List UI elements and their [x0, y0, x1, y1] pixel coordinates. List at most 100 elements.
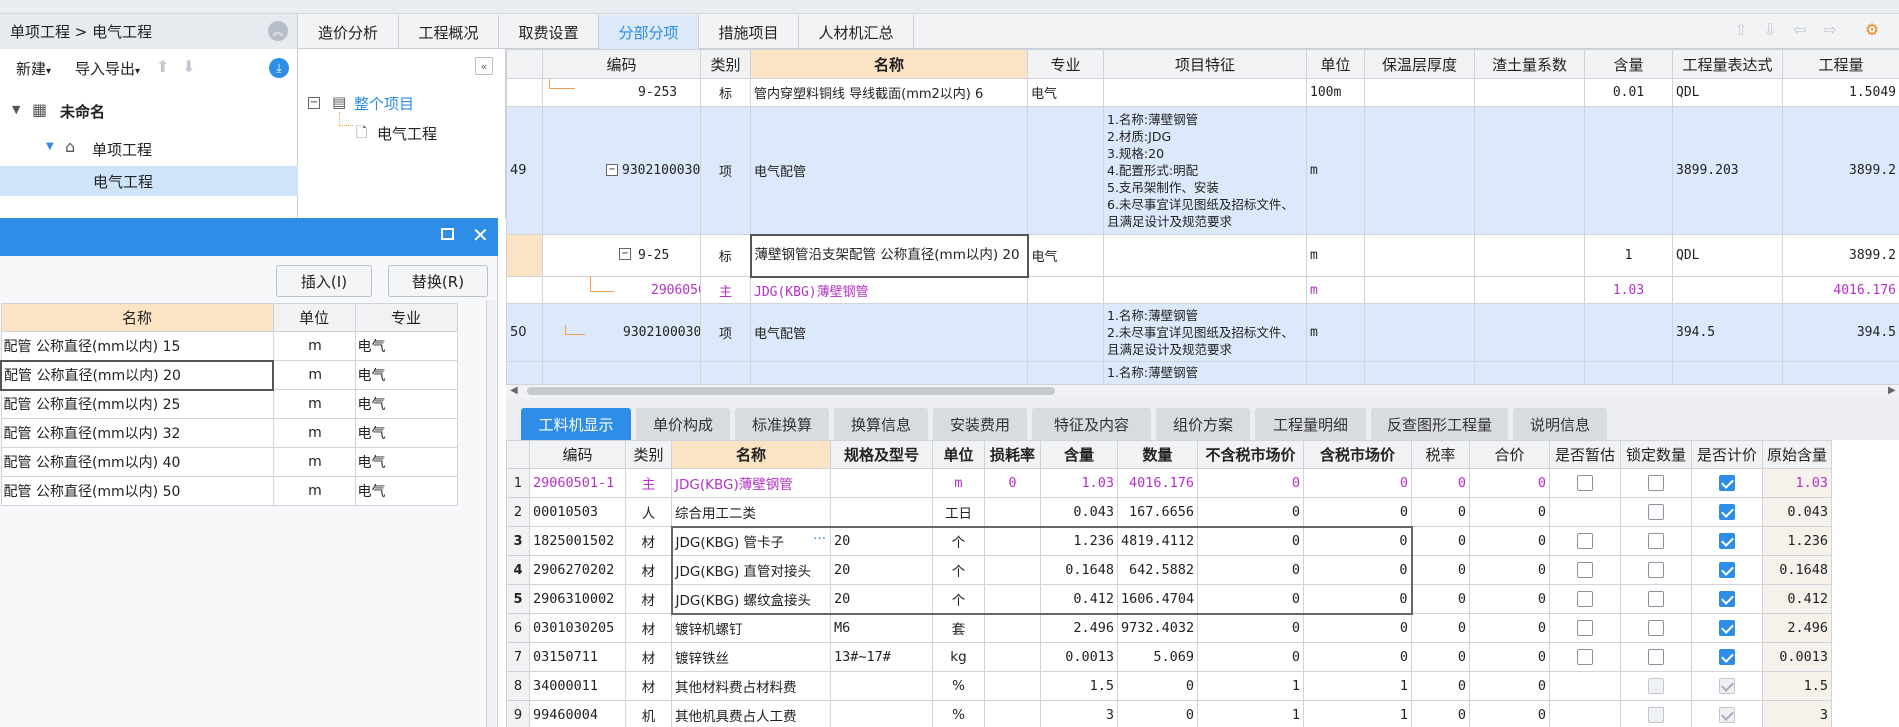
- row-name[interactable]: 其他材料费占材料费: [671, 671, 831, 701]
- checkbox[interactable]: [1577, 649, 1593, 665]
- tree-root-label[interactable]: 未命名: [60, 101, 105, 122]
- row-tax[interactable]: 0: [1411, 613, 1470, 643]
- row-price-inc-tax[interactable]: 1: [1303, 671, 1412, 701]
- checkbox[interactable]: [1577, 475, 1593, 491]
- row-name[interactable]: JDG(KBG) 直管对接头: [670, 555, 831, 585]
- settings-icon[interactable]: ⚙: [1862, 19, 1882, 39]
- tab-cost-analysis[interactable]: 造价分析: [298, 15, 399, 49]
- row-ratio[interactable]: 0.043: [1040, 497, 1118, 527]
- collapse-box-icon[interactable]: −: [619, 248, 631, 260]
- tree-electrical[interactable]: 电气工程: [377, 123, 437, 144]
- row-spec[interactable]: M6: [830, 613, 933, 643]
- arrow-right-icon[interactable]: ⇨: [1820, 19, 1840, 39]
- scroll-right-icon[interactable]: ▶: [1888, 385, 1896, 396]
- row-name[interactable]: JDG(KBG)薄壁钢管: [671, 468, 831, 498]
- row-name[interactable]: 电气配管: [750, 106, 1028, 235]
- table-row[interactable]: 配管 公称直径(mm以内) 40 m 电气: [0, 447, 458, 477]
- tab-measures[interactable]: 措施项目: [699, 15, 799, 49]
- row-ratio[interactable]: 1.03: [1040, 468, 1118, 498]
- row-qty[interactable]: 0: [1117, 700, 1198, 727]
- table-row[interactable]: 7 03150711 材 镀锌铁丝 13#~17# kg 0.0013 5.06…: [506, 642, 1832, 672]
- table-row[interactable]: 2 00010503 人 综合用工二类 工日 0.043 167.6656 0 …: [506, 497, 1832, 527]
- replace-button[interactable]: 替换(R): [388, 265, 488, 297]
- table-row[interactable]: 配管 公称直径(mm以内) 32 m 电气: [0, 418, 458, 448]
- row-qty[interactable]: 5.069: [1117, 642, 1198, 672]
- row-loss[interactable]: [984, 671, 1041, 701]
- table-row[interactable]: 配管 公称直径(mm以内) 50 m 电气: [0, 476, 458, 506]
- scroll-left-icon[interactable]: ◀: [510, 385, 518, 396]
- table-row[interactable]: 9-253 标 管内穿塑料铜线 导线截面(mm2以内) 6 电气 100m 0.…: [506, 78, 1899, 107]
- tree-leaf-label[interactable]: 电气工程: [93, 171, 153, 192]
- row-price-ex-tax[interactable]: 0: [1197, 555, 1304, 585]
- maximize-icon[interactable]: [441, 228, 454, 240]
- dialog-scrollbar[interactable]: [486, 300, 496, 727]
- tab-notes[interactable]: 说明信息: [1513, 408, 1607, 440]
- table-row-selected[interactable]: 配管 公称直径(mm以内) 20 m 电气: [0, 359, 458, 391]
- checkbox[interactable]: [1648, 562, 1664, 578]
- row-spec[interactable]: 13#~17#: [830, 642, 933, 672]
- table-row[interactable]: −9-25 标 薄壁钢管沿支架配管 公称直径(mm以内) 20 电气 m 1 Q…: [506, 233, 1899, 278]
- tab-project-overview[interactable]: 工程概况: [399, 15, 499, 49]
- row-price-ex-tax[interactable]: 0: [1197, 642, 1304, 672]
- row-name[interactable]: JDG(KBG) 螺纹盒接头: [670, 584, 831, 615]
- checkbox[interactable]: [1648, 649, 1664, 665]
- tab-quantity-detail[interactable]: 工程量明细: [1255, 408, 1366, 440]
- table-row[interactable]: 49 −930210003001 项 电气配管 1.名称:薄壁钢管 2.材质:J…: [506, 106, 1899, 235]
- row-ratio[interactable]: 0.1648: [1040, 555, 1118, 585]
- table-row[interactable]: 6 0301030205 材 镀锌机螺钉 M6 套 2.496 9732.403…: [506, 613, 1832, 643]
- checkbox[interactable]: [1648, 504, 1664, 520]
- collapse-box-icon[interactable]: −: [606, 164, 618, 176]
- collapse-up-icon[interactable]: ︽: [268, 21, 288, 41]
- row-ratio[interactable]: 2.496: [1040, 613, 1118, 643]
- row-qty[interactable]: 642.5882: [1117, 555, 1198, 585]
- row-qty[interactable]: 9732.4032: [1117, 613, 1198, 643]
- table-row[interactable]: 5 2906310002 材 JDG(KBG) 螺纹盒接头 20 个 0.412…: [506, 584, 1832, 615]
- table-row[interactable]: 3 1825001502 材 JDG(KBG) 管卡子 ··· 20 个 1.23…: [506, 525, 1832, 556]
- row-price-inc-tax[interactable]: 0: [1303, 584, 1413, 615]
- row-name[interactable]: 电气配管: [750, 303, 1028, 362]
- row-tax[interactable]: 0: [1411, 700, 1470, 727]
- checkbox[interactable]: [1577, 533, 1593, 549]
- checkbox[interactable]: [1648, 475, 1664, 491]
- row-ratio[interactable]: 1.5: [1040, 671, 1118, 701]
- tab-reverse-lookup[interactable]: 反查图形工程量: [1371, 408, 1508, 440]
- table-row[interactable]: 4 2906270202 材 JDG(KBG) 直管对接头 20 个 0.164…: [506, 555, 1832, 585]
- checkbox[interactable]: [1648, 533, 1664, 549]
- row-price-inc-tax[interactable]: 0: [1303, 555, 1413, 585]
- row-loss[interactable]: [984, 555, 1041, 585]
- table-row[interactable]: 8 34000011 材 其他材料费占材料费 % 1.5 0 1 1 0 0 1…: [506, 671, 1832, 701]
- scrollbar-thumb[interactable]: [527, 387, 1055, 395]
- row-tax[interactable]: 0: [1411, 584, 1470, 614]
- row-loss[interactable]: [984, 642, 1041, 672]
- tab-sub-items[interactable]: 分部分项: [599, 15, 699, 49]
- row-price-inc-tax[interactable]: 0: [1303, 525, 1413, 556]
- collapse-left-icon[interactable]: «: [475, 57, 493, 75]
- tab-standard-conversion[interactable]: 标准换算: [735, 408, 829, 440]
- tab-features[interactable]: 特征及内容: [1032, 408, 1151, 440]
- row-feature[interactable]: 1.名称:薄壁钢管 2.未尽事宜详见图纸及招标文件、且满足设计及规范要求: [1103, 303, 1307, 362]
- row-spec[interactable]: [830, 671, 933, 701]
- row-price-inc-tax[interactable]: 0: [1303, 468, 1412, 498]
- table-row[interactable]: 50 930210003002 项 电气配管 1.名称:薄壁钢管 2.未尽事宜详…: [506, 303, 1899, 362]
- arrow-left-icon[interactable]: ⇦: [1790, 19, 1810, 39]
- row-ratio[interactable]: 1.236: [1040, 525, 1118, 556]
- checkbox[interactable]: [1648, 620, 1664, 636]
- checkbox[interactable]: [1648, 591, 1664, 607]
- checkbox-checked[interactable]: [1719, 504, 1735, 520]
- row-loss[interactable]: [984, 525, 1041, 556]
- tab-unit-price[interactable]: 单价构成: [636, 408, 730, 440]
- checkbox[interactable]: [1577, 591, 1593, 607]
- row-loss[interactable]: [984, 497, 1041, 527]
- row-spec[interactable]: [830, 700, 933, 727]
- tab-resource-display[interactable]: 工料机显示: [521, 408, 631, 440]
- row-price-ex-tax[interactable]: 0: [1197, 497, 1304, 527]
- row-qty[interactable]: 0: [1117, 671, 1198, 701]
- checkbox-checked[interactable]: [1719, 620, 1735, 636]
- row-name[interactable]: 镀锌机螺钉: [671, 613, 831, 643]
- row-loss[interactable]: 0: [984, 468, 1041, 498]
- tab-conversion-info[interactable]: 换算信息: [834, 408, 928, 440]
- row-name[interactable]: 管内穿塑料铜线 导线截面(mm2以内) 6: [750, 78, 1028, 107]
- row-price-inc-tax[interactable]: 0: [1303, 497, 1412, 527]
- tab-install-fee[interactable]: 安装费用: [933, 408, 1027, 440]
- tree-whole-project[interactable]: 整个项目: [354, 93, 414, 114]
